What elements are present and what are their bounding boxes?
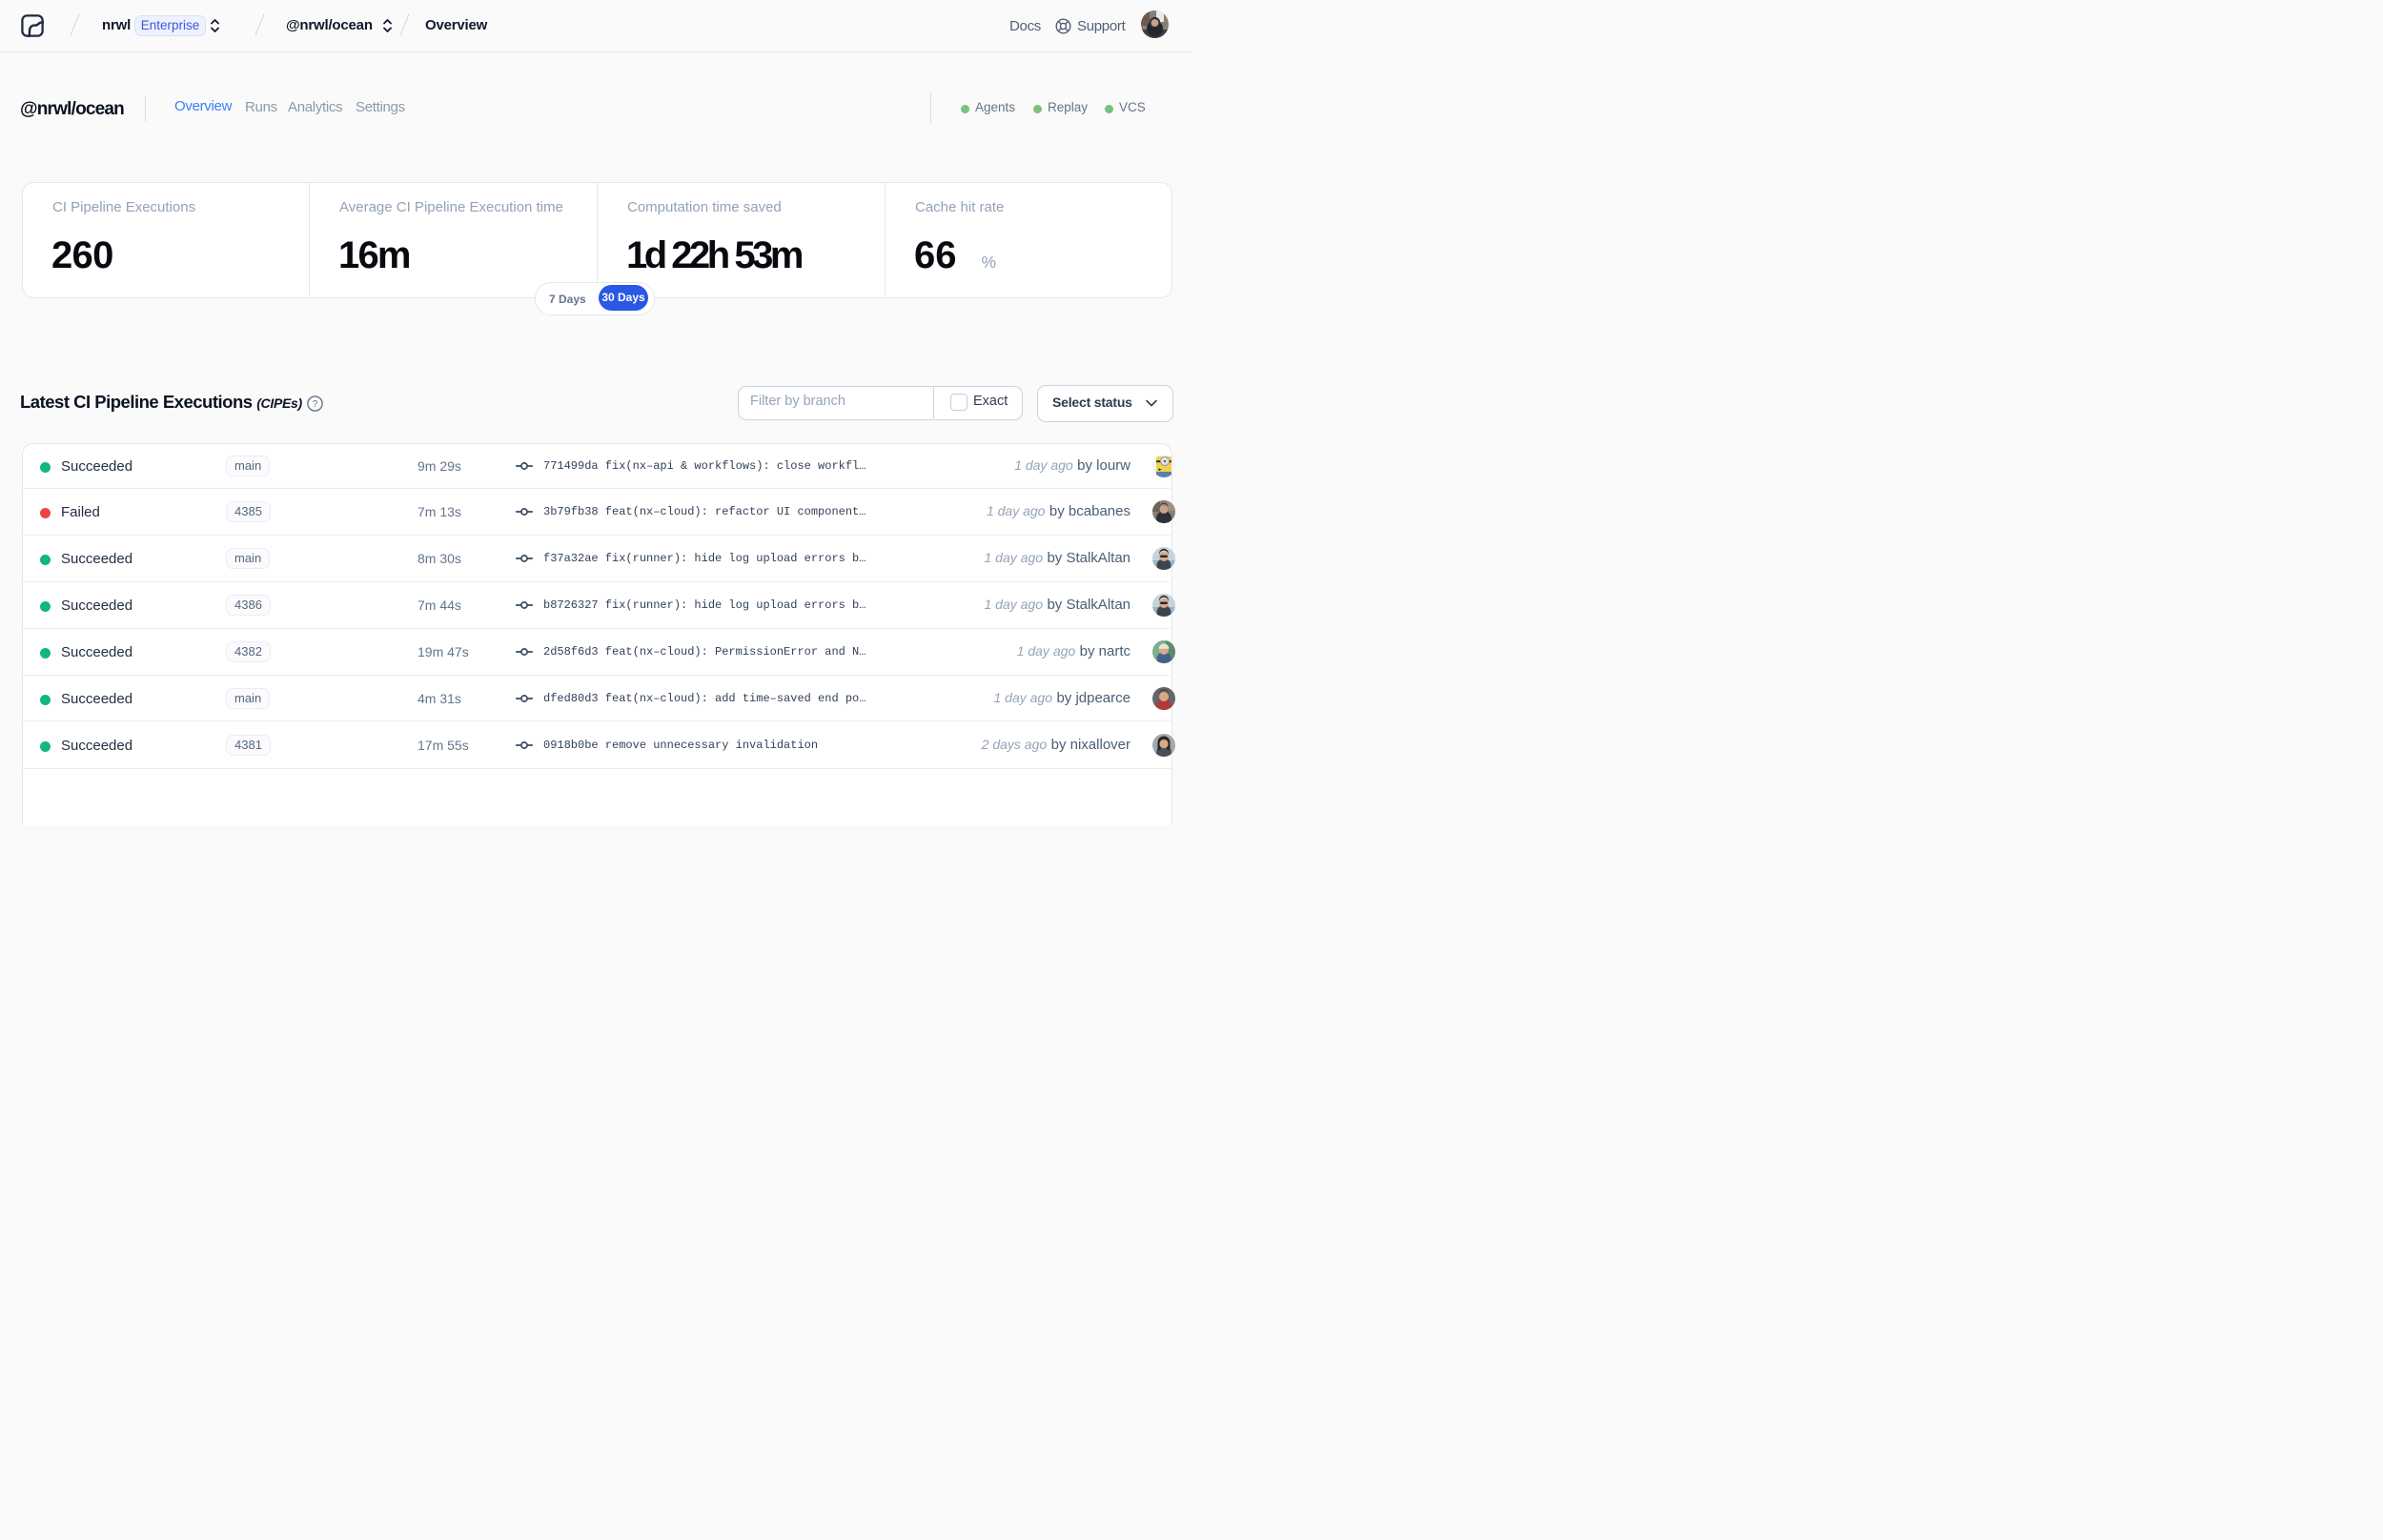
svg-text:?: ? — [313, 399, 318, 410]
